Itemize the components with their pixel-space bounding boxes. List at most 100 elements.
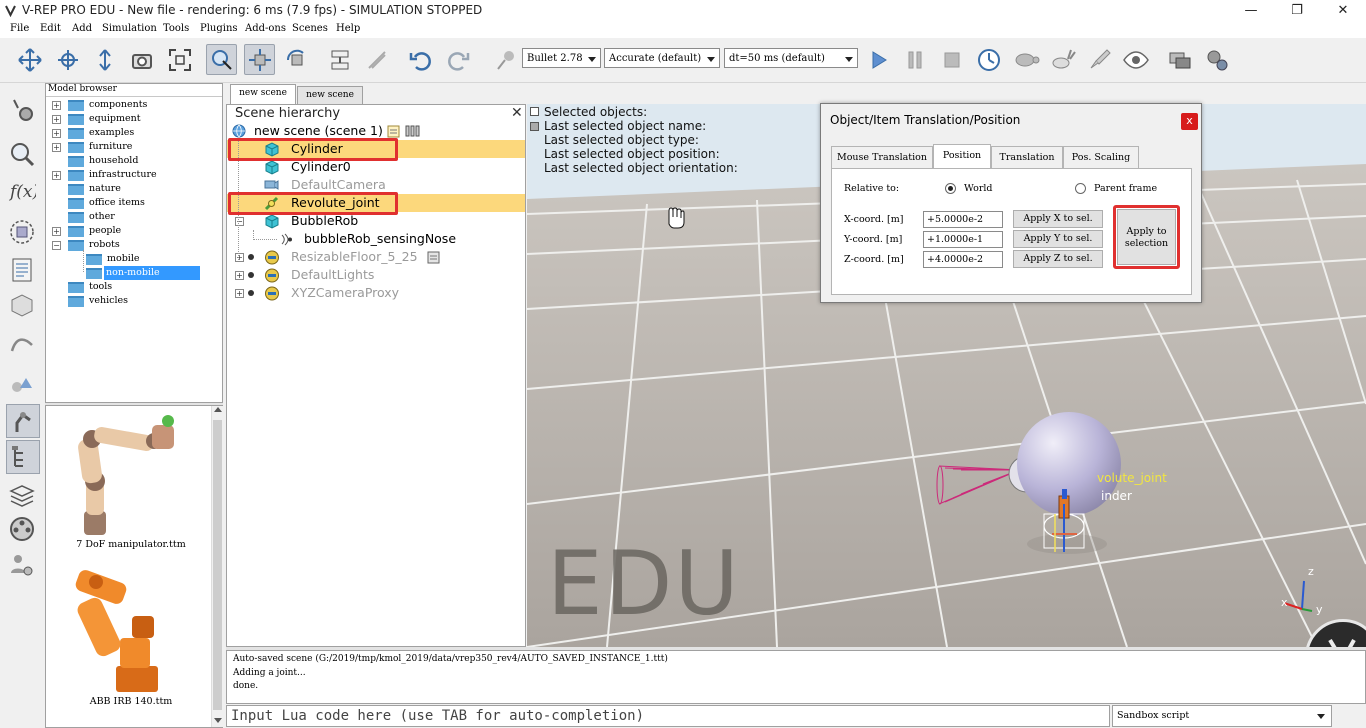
video-recorder-button[interactable] [6, 513, 38, 545]
apply-to-selection-button[interactable]: Apply to selection [1117, 209, 1176, 265]
radio-world[interactable] [945, 183, 956, 194]
tab-pos-scaling[interactable]: Pos. Scaling [1063, 146, 1139, 168]
menu-edit[interactable]: Edit [40, 23, 61, 34]
dynamic-content-button[interactable] [490, 44, 521, 75]
expand-icon[interactable]: + [235, 289, 244, 298]
stop-simulation-button[interactable] [936, 44, 967, 75]
model-folder-item[interactable]: household [46, 154, 222, 168]
y-coord-input[interactable]: +1.0000e-1 [923, 231, 1003, 248]
collapse-icon[interactable]: − [52, 241, 61, 250]
dialog-close-button[interactable]: x [1181, 113, 1198, 130]
scroll-thumb[interactable] [213, 420, 222, 710]
visualization-toggle-button[interactable] [1120, 44, 1151, 75]
tab-scene-1[interactable]: new scene [230, 84, 296, 104]
camera-angle-button[interactable] [126, 44, 157, 75]
minimize-button[interactable]: — [1228, 0, 1274, 22]
model-folder-item[interactable]: + components [46, 98, 222, 112]
model-folder-item[interactable]: + equipment [46, 112, 222, 126]
tab-scene-2[interactable]: new scene [297, 86, 363, 104]
expand-icon[interactable]: + [52, 143, 61, 152]
realtime-mode-button[interactable] [973, 44, 1004, 75]
apply-y-button[interactable]: Apply Y to sel. [1013, 230, 1103, 248]
close-window-button[interactable]: ✕ [1320, 0, 1366, 22]
model-folder-item[interactable]: + people [46, 224, 222, 238]
model-thumbnail-7dof[interactable]: 7 DoF manipulator.ttm [56, 411, 206, 551]
shape-edit-button[interactable] [6, 289, 38, 321]
model-folder-item[interactable]: tools [46, 280, 222, 294]
path-edit-button[interactable] [6, 327, 38, 359]
model-folder-item[interactable]: other [46, 210, 222, 224]
thumbnail-scrollbar[interactable] [211, 406, 223, 727]
model-folder-item[interactable]: + furniture [46, 140, 222, 154]
x-coord-input[interactable]: +5.0000e-2 [923, 211, 1003, 228]
accuracy-select[interactable]: Accurate (default) [604, 48, 720, 68]
maximize-button[interactable]: ❐ [1274, 0, 1320, 22]
calculation-modules-button[interactable]: f(x) [6, 175, 38, 207]
selection-button[interactable] [6, 138, 38, 170]
expand-icon[interactable]: + [52, 171, 61, 180]
menu-simulation[interactable]: Simulation [102, 23, 157, 34]
camera-shift-button[interactable] [89, 44, 120, 75]
script-mode-select[interactable]: Sandbox script [1112, 705, 1332, 727]
redo-button[interactable] [442, 44, 473, 75]
click-select-button[interactable] [206, 44, 237, 75]
tab-position[interactable]: Position [933, 144, 991, 169]
scene-hierarchy-toggle[interactable] [6, 440, 40, 474]
model-folder-item[interactable]: vehicles [46, 294, 222, 308]
hierarchy-item-resizable-floor[interactable]: + ResizableFloor_5_25 [227, 248, 525, 266]
customization-script-icon[interactable] [405, 125, 421, 137]
radio-parent-frame[interactable] [1075, 183, 1086, 194]
expand-icon[interactable]: + [52, 115, 61, 124]
menu-addons[interactable]: Add-ons [245, 23, 286, 34]
scripts-button[interactable] [6, 254, 38, 286]
physics-engine-select[interactable]: Bullet 2.78 [522, 48, 601, 68]
timestep-select[interactable]: dt=50 ms (default) [724, 48, 858, 68]
tab-mouse-translation[interactable]: Mouse Translation [831, 146, 933, 168]
z-coord-input[interactable]: +4.0000e-2 [923, 251, 1003, 268]
model-folder-item[interactable]: + infrastructure [46, 168, 222, 182]
hierarchy-item-xyz-camera-proxy[interactable]: + XYZCameraProxy [227, 284, 525, 302]
fit-to-view-button[interactable] [164, 44, 195, 75]
object-rotate-button[interactable] [281, 44, 312, 75]
model-folder-item[interactable]: non-mobile [46, 266, 222, 280]
script-file-icon[interactable] [387, 124, 401, 138]
expand-icon[interactable]: + [235, 271, 244, 280]
model-folder-item[interactable]: nature [46, 182, 222, 196]
layers-button[interactable] [6, 368, 38, 400]
collapse-box-icon[interactable] [530, 122, 539, 131]
model-folder-item[interactable]: − robots [46, 238, 222, 252]
menu-file[interactable]: File [10, 23, 29, 34]
user-settings-button[interactable] [6, 549, 38, 581]
menu-scenes[interactable]: Scenes [292, 23, 328, 34]
close-hierarchy-icon[interactable]: ✕ [511, 105, 523, 121]
scene-windows-button[interactable] [1164, 44, 1195, 75]
speed-up-button[interactable] [1047, 44, 1078, 75]
model-folder-item[interactable]: mobile [46, 252, 222, 266]
camera-pan-button[interactable] [14, 44, 45, 75]
layers-toggle-button[interactable] [6, 479, 38, 511]
apply-z-button[interactable]: Apply Z to sel. [1013, 250, 1103, 268]
pause-simulation-button[interactable] [899, 44, 930, 75]
hierarchy-item-default-lights[interactable]: + DefaultLights [227, 266, 525, 284]
simulation-settings-button[interactable] [6, 94, 38, 126]
slow-down-button[interactable] [1010, 44, 1041, 75]
threaded-rendering-button[interactable] [1084, 44, 1115, 75]
model-folder-item[interactable]: office items [46, 196, 222, 210]
menu-add[interactable]: Add [72, 23, 92, 34]
undo-button[interactable] [405, 44, 436, 75]
model-folder-item[interactable]: + examples [46, 126, 222, 140]
assemble-button[interactable] [324, 44, 355, 75]
collections-button[interactable] [6, 216, 38, 248]
camera-rotate-button[interactable] [52, 44, 83, 75]
expand-icon[interactable]: + [52, 101, 61, 110]
start-simulation-button[interactable] [862, 44, 893, 75]
collapse-box-icon[interactable] [530, 107, 539, 116]
model-browser-toggle[interactable] [6, 404, 40, 438]
object-properties-button[interactable] [1201, 44, 1232, 75]
model-thumbnail-abb-irb140[interactable]: ABB IRB 140.ttm [56, 568, 206, 713]
expand-icon[interactable]: + [52, 129, 61, 138]
menu-tools[interactable]: Tools [163, 23, 189, 34]
menu-help[interactable]: Help [336, 23, 360, 34]
expand-icon[interactable]: + [52, 227, 61, 236]
menu-plugins[interactable]: Plugins [200, 23, 238, 34]
